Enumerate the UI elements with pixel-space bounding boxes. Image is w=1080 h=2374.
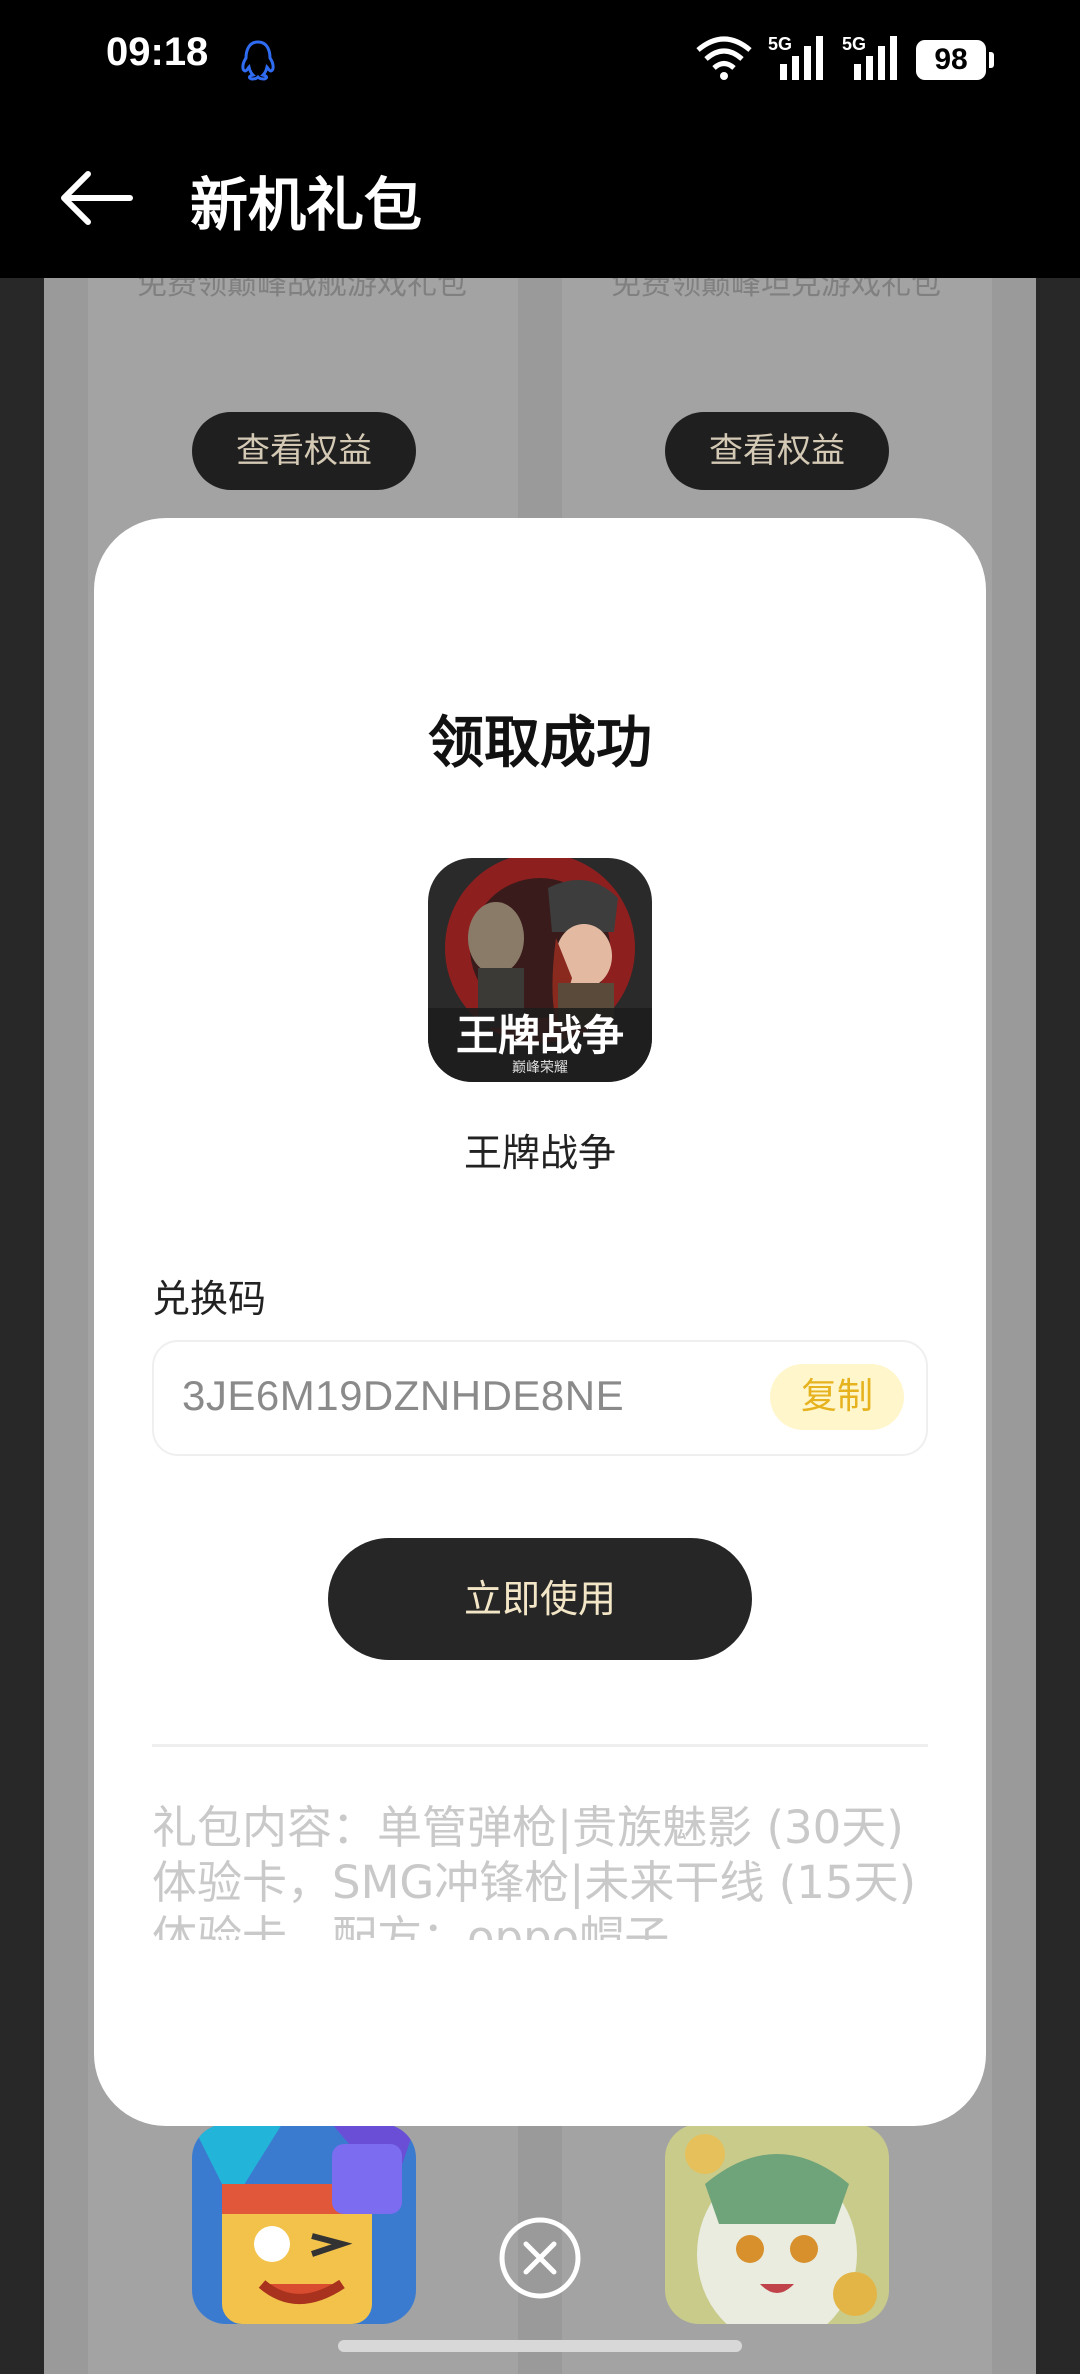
game-name: 王牌战争 (463, 1131, 616, 1175)
wifi-icon (694, 34, 754, 86)
signal-icon: 5G (842, 34, 904, 86)
view-benefits-button[interactable]: 查看权益 (665, 412, 889, 490)
gift-content-text: 礼包内容：单管弹枪|贵族魅影 (30天) 体验卡，SMG冲锋枪|未来干线 (15… (152, 1801, 917, 1940)
game-icon-title: 王牌战争 (456, 1011, 624, 1060)
app-header: 新机礼包 (0, 120, 1080, 278)
close-icon[interactable] (496, 2214, 584, 2306)
redeem-code-field: 3JE6M19DZNHDE8NE 复制 (152, 1340, 928, 1456)
battery-icon: 98 (916, 40, 994, 80)
dialog-title: 领取成功 (428, 711, 652, 776)
redeem-code-value: 3JE6M19DZNHDE8NE (182, 1372, 625, 1419)
divider (152, 1744, 928, 1747)
claim-success-dialog: 领取成功 王牌战争 巅峰荣耀 王牌战争 兑换码 3JE6M19DZNHDE8NE… (94, 518, 986, 2126)
game-icon-cartoon[interactable] (192, 2124, 416, 2324)
redeem-code-label: 兑换码 (152, 1277, 267, 1321)
network-type-label: 5G (842, 34, 866, 54)
signal-icon: 5G (768, 34, 830, 86)
view-benefits-button[interactable]: 查看权益 (192, 412, 416, 490)
use-now-button[interactable]: 立即使用 (328, 1538, 752, 1660)
copy-button[interactable]: 复制 (770, 1364, 904, 1430)
back-arrow-icon[interactable] (58, 168, 134, 232)
game-icon-subtitle: 巅峰荣耀 (512, 1060, 568, 1076)
game-icon-fantasy[interactable] (665, 2124, 889, 2324)
background-edge-left (0, 278, 44, 2374)
page-title: 新机礼包 (190, 171, 423, 239)
game-icon: 王牌战争 巅峰荣耀 (428, 858, 652, 1082)
status-time: 09:18 (106, 30, 209, 74)
network-type-label: 5G (768, 34, 792, 54)
home-indicator[interactable] (338, 2340, 742, 2352)
status-bar: 09:18 5G 5G 98 (0, 0, 1080, 120)
background-edge-right (1036, 278, 1080, 2374)
qq-icon (240, 38, 276, 86)
